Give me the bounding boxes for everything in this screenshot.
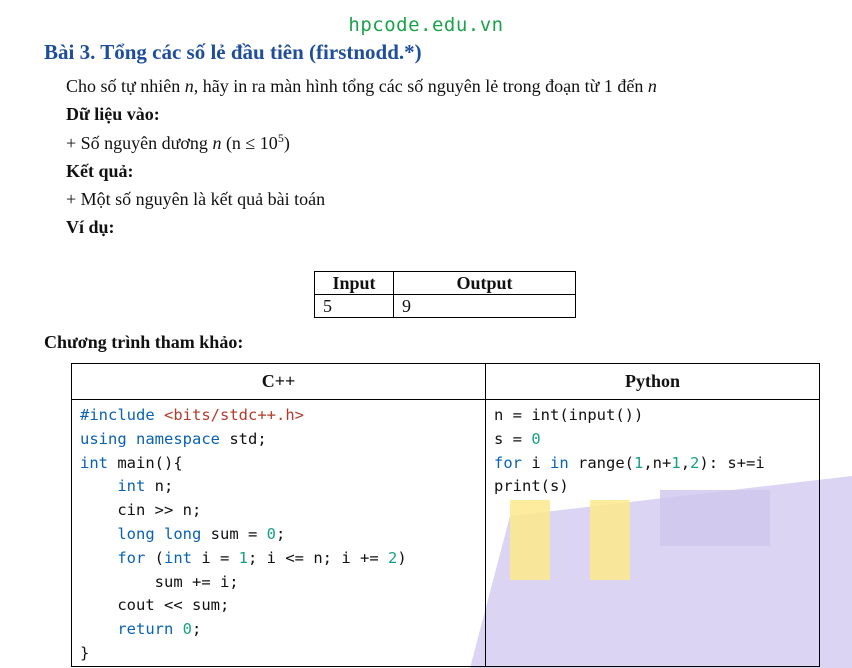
- statement-var: n: [184, 76, 194, 96]
- example-table: Input Output 5 9: [314, 271, 576, 318]
- output-heading: Kết quả:: [66, 161, 134, 181]
- problem-title: Bài 3. Tổng các số lẻ đầu tiên (firstnod…: [44, 40, 422, 64]
- python-code: n = int(input()) s = 0 for i in range(1,…: [494, 406, 765, 496]
- statement-before: Cho số tự nhiên: [66, 76, 185, 96]
- python-header: Python: [485, 363, 820, 400]
- site-header: hpcode.edu.vn: [348, 14, 504, 36]
- example-input-value: 5: [314, 294, 394, 318]
- statement-mid: , hãy in ra màn hình tổng các số nguyên …: [193, 76, 648, 96]
- input-description: + Số nguyên dương n (n ≤ 105): [66, 132, 290, 154]
- example-output-value: 9: [393, 294, 576, 318]
- program-heading: Chương trình tham khảo:: [44, 332, 244, 352]
- input-desc-close: ): [283, 133, 290, 153]
- example-header-output: Output: [393, 271, 576, 295]
- example-row: 5 9: [314, 294, 576, 318]
- cpp-code-cell: #include <bits/stdc++.h> using namespace…: [71, 399, 486, 667]
- code-body-row: #include <bits/stdc++.h> using namespace…: [71, 399, 820, 667]
- input-heading: Dữ liệu vào:: [66, 104, 160, 124]
- problem-statement: Cho số tự nhiên n, hãy in ra màn hình tổ…: [66, 76, 657, 97]
- cpp-code: #include <bits/stdc++.h> using namespace…: [80, 406, 407, 662]
- example-header-row: Input Output: [314, 271, 576, 295]
- input-desc-cond: (n ≤ 10: [221, 133, 278, 153]
- example-header-input: Input: [314, 271, 394, 295]
- python-code-cell: n = int(input()) s = 0 for i in range(1,…: [485, 399, 820, 667]
- code-header-row: C++ Python: [71, 363, 820, 400]
- statement-var2: n: [647, 76, 657, 96]
- cpp-header: C++: [71, 363, 486, 400]
- example-heading: Ví dụ:: [66, 217, 115, 237]
- input-desc-before: + Số nguyên dương: [66, 133, 213, 153]
- output-description: + Một số nguyên là kết quả bài toán: [66, 189, 326, 209]
- code-table: C++ Python #include <bits/stdc++.h> usin…: [71, 363, 820, 667]
